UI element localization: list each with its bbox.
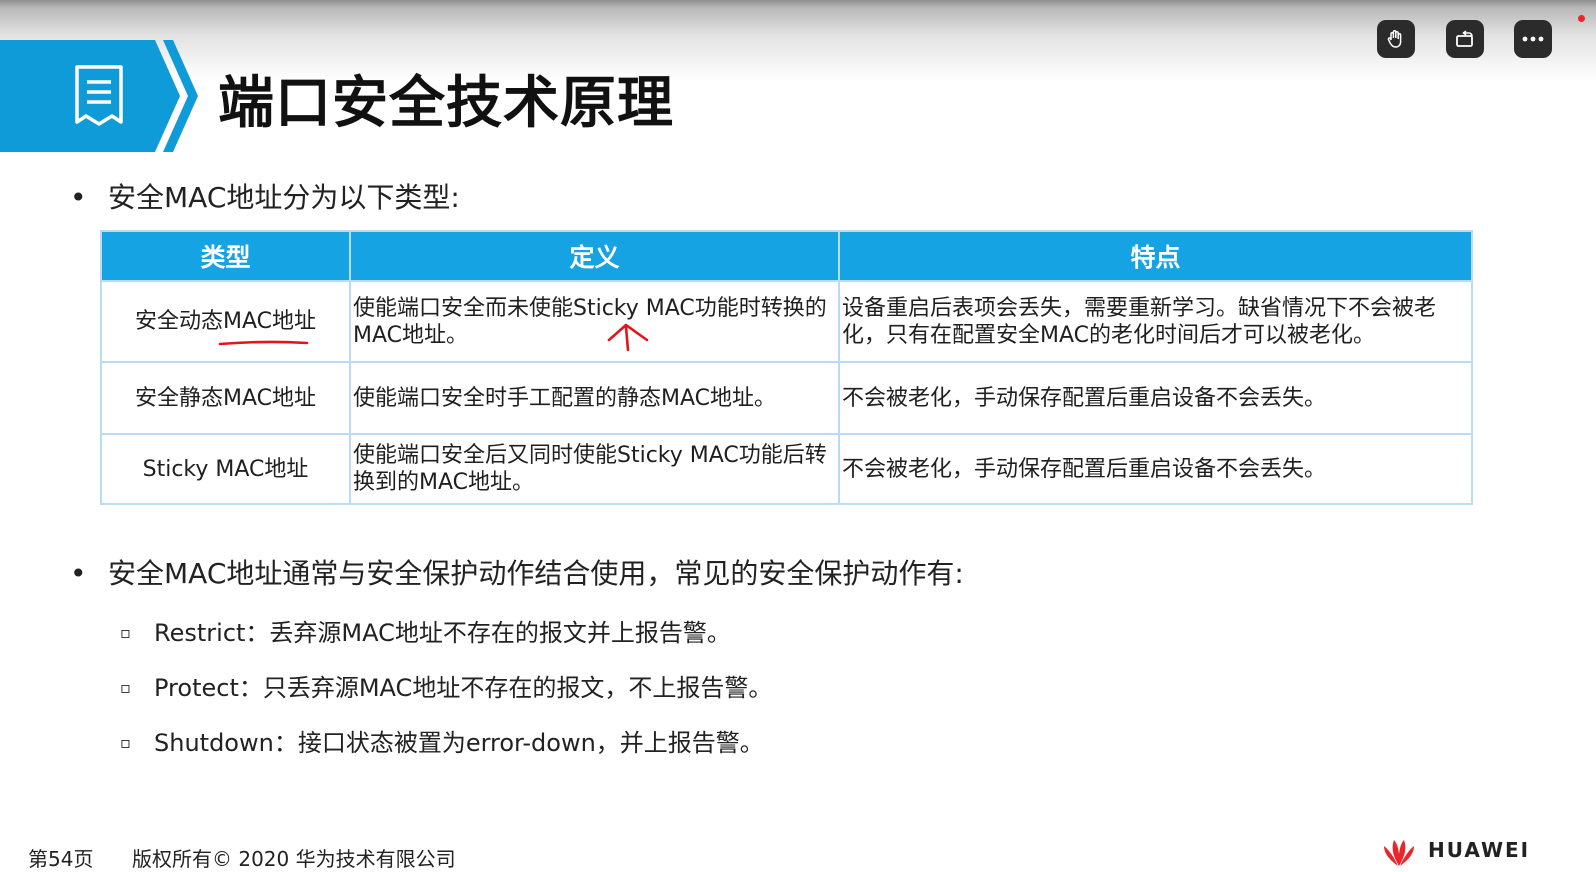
square-bullet-icon: ▫ <box>120 623 131 642</box>
bullet-actions: • 安全MAC地址通常与安全保护动作结合使用，常见的安全保护动作有: <box>70 552 964 592</box>
more-button[interactable] <box>1514 20 1552 58</box>
bullet-actions-text: 安全MAC地址通常与安全保护动作结合使用，常见的安全保护动作有: <box>108 557 964 590</box>
page-number: 第54页 <box>28 847 94 871</box>
more-icon <box>1522 35 1544 43</box>
bullet-dot: • <box>70 557 87 590</box>
cell-feature: 不会被老化，手动保存配置后重启设备不会丢失。 <box>838 433 1473 505</box>
cell-definition: 使能端口安全时手工配置的静态MAC地址。 <box>349 361 840 435</box>
action-text: Restrict：丢弃源MAC地址不存在的报文并上报告警。 <box>154 619 731 647</box>
table-row: Sticky MAC地址 使能端口安全后又同时使能Sticky MAC功能后转换… <box>100 433 1473 505</box>
huawei-logo-text: HUAWEI <box>1428 838 1531 862</box>
action-item-protect: ▫ Protect：只丢弃源MAC地址不存在的报文，不上报告警。 <box>120 668 772 703</box>
red-underline-annotation <box>218 340 309 346</box>
hand-raise-icon <box>1385 28 1407 50</box>
screen-rotate-button[interactable] <box>1446 20 1484 58</box>
huawei-logo-icon <box>1384 840 1414 866</box>
cell-type: 安全静态MAC地址 <box>100 361 351 435</box>
cell-feature: 设备重启后表项会丢失，需要重新学习。缺省情况下不会被老化，只有在配置安全MAC的… <box>838 280 1473 363</box>
action-text: Shutdown：接口状态被置为error-down，并上报告警。 <box>154 729 764 757</box>
screen-rotate-icon <box>1454 28 1476 50</box>
bullet-types-text: 安全MAC地址分为以下类型: <box>108 181 460 214</box>
mac-types-table: 类型 定义 特点 安全动态MAC地址 使能端口安全而未使能Sticky MAC功… <box>100 230 1473 505</box>
table-header-row: 类型 定义 特点 <box>100 230 1473 282</box>
header-feature: 特点 <box>838 230 1473 282</box>
cell-definition: 使能端口安全而未使能Sticky MAC功能时转换的MAC地址。 <box>349 280 840 363</box>
bullet-dot: • <box>70 181 87 214</box>
bullet-types: • 安全MAC地址分为以下类型: <box>70 176 460 216</box>
header-definition: 定义 <box>349 230 840 282</box>
title-banner <box>0 40 198 152</box>
red-arrow-annotation <box>607 323 649 352</box>
action-item-restrict: ▫ Restrict：丢弃源MAC地址不存在的报文并上报告警。 <box>120 613 731 648</box>
cell-type: Sticky MAC地址 <box>100 433 351 505</box>
action-text: Protect：只丢弃源MAC地址不存在的报文，不上报告警。 <box>154 674 773 702</box>
huawei-logo: HUAWEI <box>1378 838 1530 868</box>
header-type: 类型 <box>100 230 351 282</box>
notification-dot <box>1578 15 1585 22</box>
page-title: 端口安全技术原理 <box>218 71 674 136</box>
hand-raise-button[interactable] <box>1377 20 1415 58</box>
table-row: 安全静态MAC地址 使能端口安全时手工配置的静态MAC地址。 不会被老化，手动保… <box>100 361 1473 435</box>
copyright: 版权所有© 2020 华为技术有限公司 <box>132 847 456 871</box>
square-bullet-icon: ▫ <box>120 733 131 752</box>
action-item-shutdown: ▫ Shutdown：接口状态被置为error-down，并上报告警。 <box>120 723 764 758</box>
square-bullet-icon: ▫ <box>120 678 131 697</box>
cell-definition: 使能端口安全后又同时使能Sticky MAC功能后转换到的MAC地址。 <box>349 433 840 505</box>
cell-feature: 不会被老化，手动保存配置后重启设备不会丢失。 <box>838 361 1473 435</box>
